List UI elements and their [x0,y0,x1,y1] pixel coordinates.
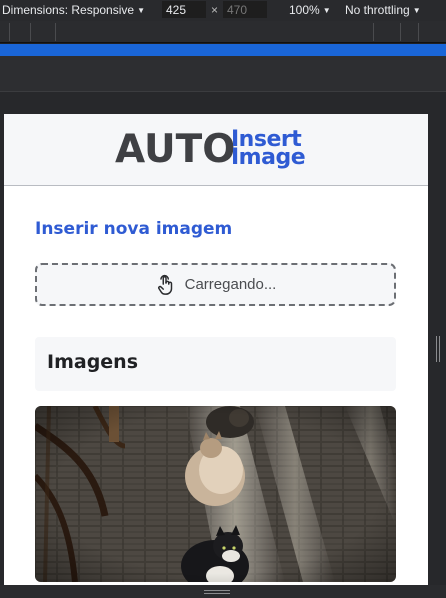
media-query-bar[interactable] [0,44,446,56]
caret-down-icon: ▼ [137,6,145,15]
viewport-width-input[interactable] [162,1,206,18]
ruler-tick [30,23,31,41]
uploaded-image-cats[interactable] [35,406,396,582]
dimensions-label: Dimensions: Responsive [2,3,135,17]
section-title: Inserir nova imagem [35,219,233,239]
ruler-tick [418,23,419,41]
ruler-tick [373,23,374,41]
throttling-dropdown[interactable]: No throttling ▼ [345,3,421,17]
caret-down-icon: ▼ [412,6,421,15]
images-section-header: Imagens [35,337,396,391]
device-frame-top [0,56,446,92]
device-gutter-right [440,92,446,598]
images-title: Imagens [47,351,139,373]
caret-down-icon: ▼ [322,6,331,15]
zoom-label: 100% [289,3,320,17]
pointing-hand-icon [157,274,172,295]
resize-handle-right[interactable] [436,336,440,362]
media-query-ruler[interactable] [0,21,446,43]
ruler-tick [55,23,56,41]
dimensions-dropdown[interactable]: Dimensions: Responsive ▼ [2,3,145,17]
dimension-separator: × [211,3,219,17]
ruler-tick [9,23,10,41]
throttling-label: No throttling [345,3,410,17]
dropzone-label: Carregando... [184,276,277,293]
app-header: AUTO Insert Image [4,114,428,186]
cats-photo [35,406,396,582]
ruler-tick [400,23,401,41]
viewport-height-input[interactable] [223,1,267,18]
logo-image-text: Image [231,145,306,170]
devtools-device-toolbar: Dimensions: Responsive▼ × 100%▼ No throt… [0,0,446,21]
resize-handle-bottom[interactable] [204,590,230,594]
upload-dropzone[interactable]: Carregando... [35,263,396,306]
emulated-viewport: AUTO Insert Image Inserir nova imagem Ca… [4,114,428,585]
zoom-dropdown[interactable]: 100% ▼ [289,3,331,17]
logo-auto-text: AUTO [115,127,236,172]
